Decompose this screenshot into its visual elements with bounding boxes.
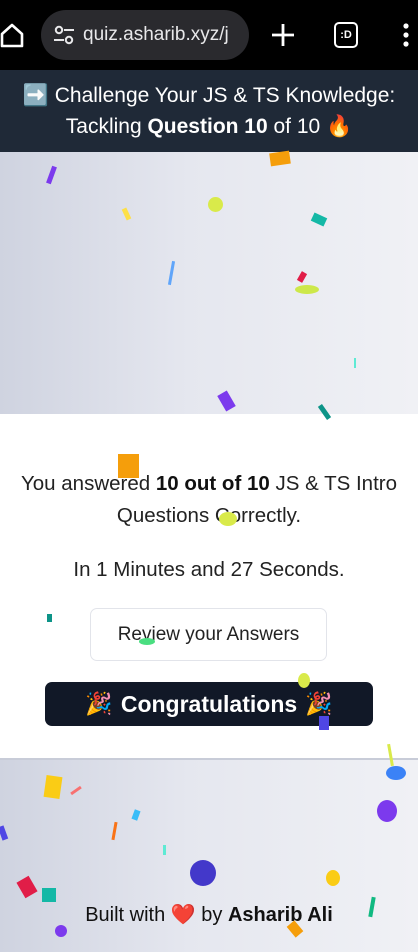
quiz-header: ➡️ Challenge Your JS & TS Knowledge: Tac… — [0, 70, 418, 152]
author-name: Asharib Ali — [227, 904, 333, 926]
home-icon[interactable] — [0, 22, 24, 48]
footer-prefix: Built with — [85, 904, 171, 926]
party-popper-icon: 🎉 — [85, 691, 113, 716]
header-line-1: ➡️ Challenge Your JS & TS Knowledge: — [0, 80, 418, 111]
progress-suffix: of 10 — [267, 115, 327, 138]
congratulations-text: Congratulations — [120, 690, 298, 717]
tabs-label: :D — [340, 29, 352, 41]
menu-icon[interactable] — [398, 22, 414, 48]
footer: Built with ❤️ by Asharib Ali — [0, 902, 418, 927]
address-bar[interactable]: quiz.asharib.xyz/j — [41, 10, 249, 60]
score-value: 10 out of 10 — [155, 472, 270, 495]
header-line-2: Tackling Question 10 of 10 🔥 — [0, 111, 418, 142]
score-suffix: JS & TS Intro — [269, 472, 398, 495]
result-card: You answered 10 out of 10 JS & TS Intro … — [0, 414, 418, 758]
footer-middle: by — [195, 904, 228, 926]
score-line-2: Questions Correctly. — [116, 504, 302, 527]
congratulations-banner: 🎉 Congratulations 🎉 — [45, 682, 373, 726]
score-prefix: You answered — [20, 472, 156, 495]
tune-icon[interactable] — [53, 25, 75, 45]
browser-toolbar: quiz.asharib.xyz/j :D — [0, 0, 418, 70]
plus-icon[interactable] — [270, 22, 296, 48]
fire-icon: 🔥 — [326, 115, 353, 138]
arrow-icon: ➡️ — [22, 84, 49, 107]
progress-question: Question 10 — [147, 115, 268, 138]
header-title: Challenge Your JS & TS Knowledge: — [54, 84, 396, 107]
party-popper-icon: 🎉 — [305, 691, 333, 716]
background-top — [0, 152, 418, 414]
tabs-icon[interactable]: :D — [334, 22, 358, 48]
heart-icon: ❤️ — [170, 904, 196, 926]
progress-prefix: Tackling — [65, 115, 148, 138]
review-answers-button[interactable]: Review your Answers — [90, 608, 327, 661]
score-text: You answered 10 out of 10 JS & TS Intro … — [0, 468, 418, 532]
url-text[interactable]: quiz.asharib.xyz/j — [83, 24, 243, 46]
time-text: In 1 Minutes and 27 Seconds. — [73, 558, 345, 581]
